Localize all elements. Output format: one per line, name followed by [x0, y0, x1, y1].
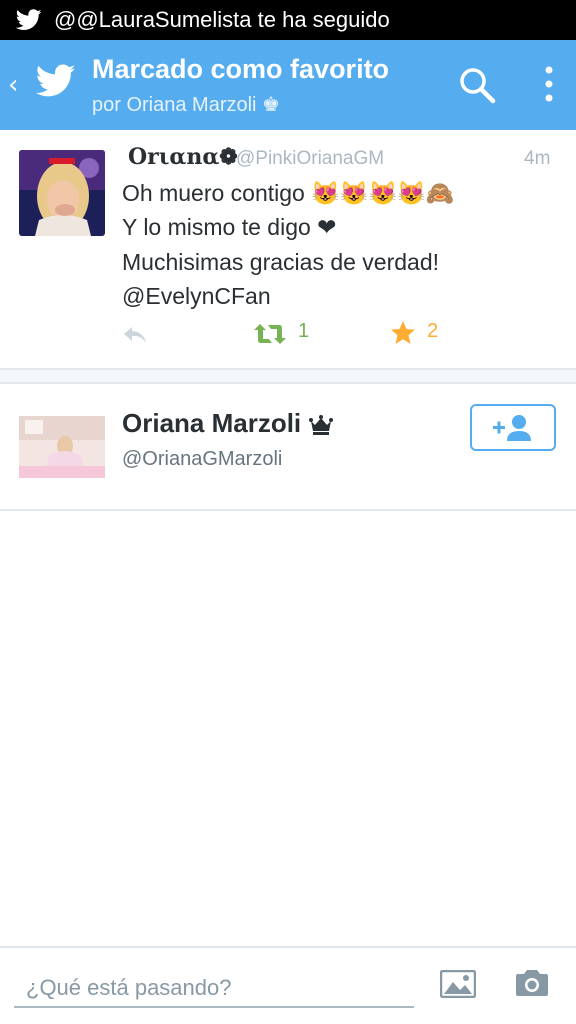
divider	[0, 509, 576, 511]
search-icon[interactable]	[458, 66, 496, 104]
retweet-count: 1	[298, 320, 310, 342]
camera-icon[interactable]	[514, 968, 550, 998]
tweet-text-line: Y lo mismo te digo ❤	[122, 214, 337, 240]
avatar[interactable]	[19, 150, 105, 236]
reply-icon[interactable]	[122, 324, 148, 346]
user-handle[interactable]: @OrianaGMarzoli	[122, 448, 282, 471]
tweet-text-line: Muchisimas gracias de verdad!	[122, 249, 440, 275]
tweet-mention[interactable]: @EvelynCFan	[122, 283, 271, 310]
user-name-text[interactable]: Oriana Marzoli	[122, 408, 301, 438]
page-subtitle: por Oriana Marzoli ♚	[92, 94, 280, 116]
user-name[interactable]: Oriana Marzoli	[122, 408, 334, 439]
user-card[interactable]: Oriana Marzoli @OrianaGMarzoli	[0, 384, 576, 510]
compose-input[interactable]	[14, 966, 414, 1008]
tweet-card[interactable]: Orιαnα❁ @PinkiOrianaGM 4m Oh muero conti…	[0, 130, 576, 370]
twitter-bird-icon	[16, 9, 42, 30]
twitter-bird-icon[interactable]	[36, 64, 76, 98]
compose-bar	[0, 946, 576, 1024]
app-header: ‹ Marcado como favorito por Oriana Marzo…	[0, 40, 576, 130]
overflow-menu-icon[interactable]	[538, 64, 560, 104]
avatar[interactable]	[19, 416, 105, 478]
tweet-text-line: Oh muero contigo 😻😻😻😻🙈	[122, 180, 455, 206]
image-icon[interactable]	[440, 970, 476, 998]
tweet-actions: 1 2	[0, 320, 576, 356]
add-user-icon	[493, 414, 531, 441]
tweet-timestamp: 4m	[524, 148, 551, 169]
chevron-left-icon[interactable]: ‹	[8, 70, 18, 100]
retweet-icon[interactable]	[254, 322, 286, 346]
status-bar: @@LauraSumelista te ha seguido	[0, 0, 576, 40]
tweet-author-name[interactable]: Orιαnα❁	[128, 144, 238, 170]
page-title: Marcado como favorito	[92, 54, 390, 84]
follow-button[interactable]	[470, 404, 556, 451]
tweet-author-handle[interactable]: @PinkiOrianaGM	[236, 148, 384, 170]
favorite-count: 2	[427, 320, 439, 342]
section-gap	[0, 370, 576, 382]
favorite-star-icon[interactable]	[390, 320, 416, 346]
notification-text: @@LauraSumelista te ha seguido	[54, 7, 390, 32]
crown-icon	[309, 415, 334, 436]
